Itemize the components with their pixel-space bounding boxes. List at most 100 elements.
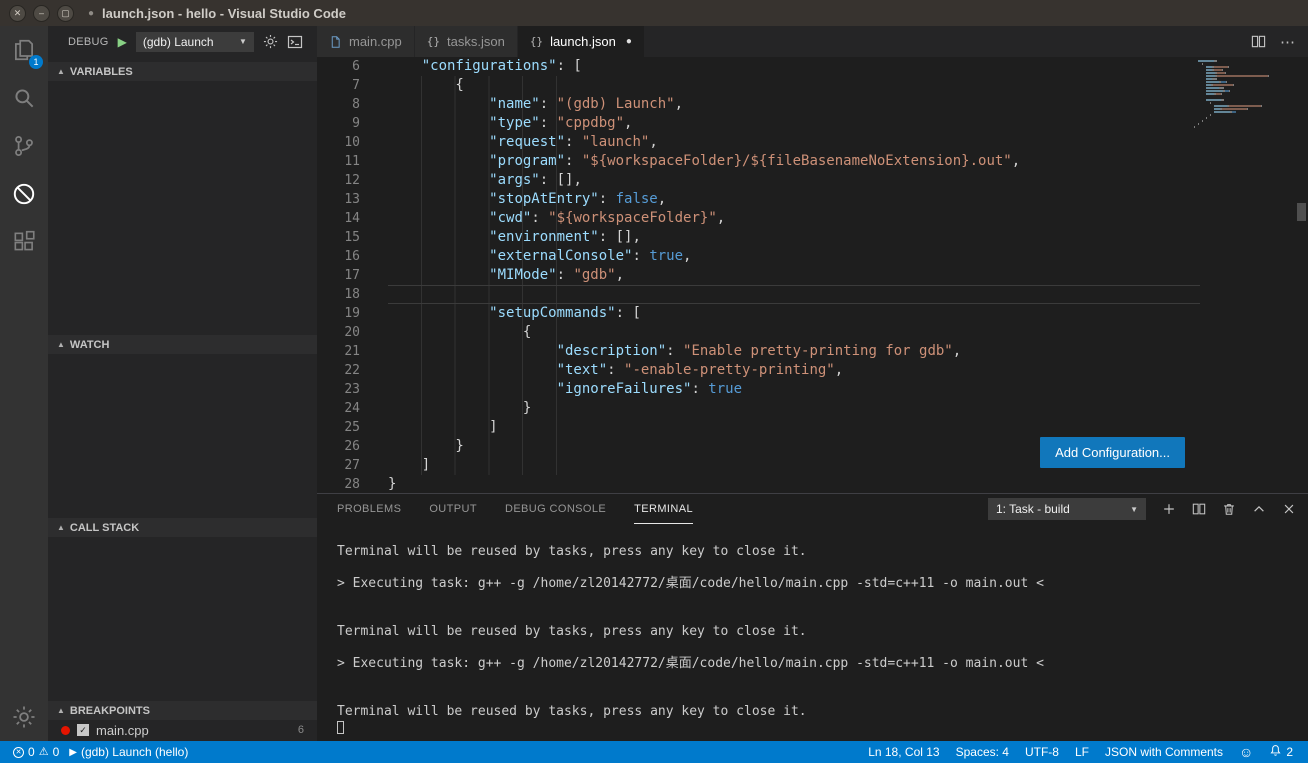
code-editor[interactable]: 6 "configurations": [7 {8 "name": "(gdb)… — [317, 57, 1308, 493]
launch-config-value: (gdb) Launch — [143, 35, 214, 49]
kill-terminal-trash-icon[interactable] — [1222, 502, 1236, 516]
maximize-panel-chevron-icon[interactable] — [1252, 502, 1266, 516]
minimap-line — [1194, 84, 1294, 86]
indentation-status[interactable]: Spaces: 4 — [951, 741, 1014, 763]
debug-view-title: DEBUG — [68, 36, 109, 48]
minimap-line — [1194, 114, 1294, 116]
activity-search[interactable] — [0, 74, 48, 122]
window-title: launch.json - hello - Visual Studio Code — [102, 6, 346, 21]
editor-scrollbar[interactable] — [1295, 57, 1308, 493]
minimap-line — [1194, 75, 1294, 77]
line-number: 21 — [317, 342, 388, 361]
section-label: VARIABLES — [70, 66, 133, 78]
code-line-20: 20 { — [317, 323, 1308, 342]
new-terminal-icon[interactable] — [1162, 502, 1176, 516]
section-variables[interactable]: ▲ VARIABLES — [48, 62, 317, 81]
line-content: "description": "Enable pretty-printing f… — [388, 342, 1308, 361]
line-number: 11 — [317, 152, 388, 171]
code-line-7: 7 { — [317, 76, 1308, 95]
minimap[interactable] — [1194, 60, 1294, 129]
start-debug-button[interactable]: ▶ — [118, 36, 127, 48]
encoding-status[interactable]: UTF-8 — [1020, 741, 1064, 763]
problems-status[interactable]: ✕ 0 ⚠ 0 — [8, 741, 64, 763]
close-window-button[interactable]: ✕ — [9, 5, 26, 22]
activity-settings[interactable] — [0, 693, 48, 741]
line-content: "type": "cppdbg", — [388, 114, 1308, 133]
panel-tab-output[interactable]: OUTPUT — [429, 494, 477, 524]
add-configuration-button[interactable]: Add Configuration... — [1040, 437, 1185, 468]
breakpoint-line: 6 — [298, 724, 304, 736]
close-panel-icon[interactable] — [1282, 502, 1296, 516]
tab-main.cpp[interactable]: main.cpp — [317, 26, 415, 57]
line-content: { — [388, 323, 1308, 342]
section-watch[interactable]: ▲ WATCH — [48, 335, 317, 354]
panel-tab-debug-console[interactable]: DEBUG CONSOLE — [505, 494, 606, 524]
section-label: WATCH — [70, 339, 110, 351]
tab-launch.json[interactable]: {}launch.json● — [518, 26, 645, 57]
terminal-line: Terminal will be reused by tasks, press … — [337, 544, 1308, 560]
code-line-10: 10 "request": "launch", — [317, 133, 1308, 152]
line-number: 20 — [317, 323, 388, 342]
panel-controls: 1: Task - build ▼ — [988, 498, 1296, 520]
notifications[interactable]: 2 — [1264, 741, 1298, 763]
breakpoint-checkbox[interactable]: ✓ — [77, 724, 89, 736]
language-mode[interactable]: JSON with Comments — [1100, 741, 1228, 763]
minimap-line — [1194, 66, 1294, 68]
line-content: "MIMode": "gdb", — [388, 266, 1308, 285]
extensions-icon — [11, 229, 37, 255]
tab-tasks.json[interactable]: {}tasks.json — [415, 26, 518, 57]
code-line-19: 19 "setupCommands": [ — [317, 304, 1308, 323]
panel-tab-problems[interactable]: PROBLEMS — [337, 494, 401, 524]
minimap-line — [1194, 126, 1294, 128]
minimize-window-button[interactable]: – — [33, 5, 50, 22]
minimap-line — [1194, 81, 1294, 83]
more-actions-icon[interactable]: ⋯ — [1280, 33, 1296, 51]
breakpoint-item[interactable]: ✓ main.cpp 6 — [48, 719, 317, 741]
title-modified-dot: ● — [88, 8, 94, 19]
line-number: 15 — [317, 228, 388, 247]
section-breakpoints[interactable]: ▲ BREAKPOINTS — [48, 701, 317, 720]
panel-tab-terminal[interactable]: TERMINAL — [634, 494, 693, 524]
title-bar: ✕ – ▢ ● launch.json - hello - Visual Stu… — [0, 0, 1308, 26]
tab-modified-dot[interactable]: ● — [626, 36, 632, 47]
minimap-line — [1194, 60, 1294, 62]
cursor-position[interactable]: Ln 18, Col 13 — [863, 741, 944, 763]
split-terminal-icon[interactable] — [1192, 502, 1206, 516]
editor-region: main.cpp{}tasks.json{}launch.json● ⋯ 6 "… — [317, 26, 1308, 741]
configure-gear-icon[interactable] — [263, 34, 278, 49]
eol-status[interactable]: LF — [1070, 741, 1094, 763]
debug-status[interactable]: ▶ (gdb) Launch (hello) — [64, 741, 193, 763]
line-number: 27 — [317, 456, 388, 475]
bottom-panel: PROBLEMS OUTPUT DEBUG CONSOLE TERMINAL 1: T… — [317, 493, 1308, 741]
code-line-16: 16 "externalConsole": true, — [317, 247, 1308, 266]
split-editor-icon[interactable] — [1251, 34, 1266, 49]
terminal-output[interactable]: Terminal will be reused by tasks, press … — [317, 524, 1308, 741]
activity-debug[interactable] — [0, 170, 48, 218]
activity-explorer[interactable]: 1 — [0, 26, 48, 74]
open-debug-console-icon[interactable] — [287, 34, 303, 50]
code-line-14: 14 "cwd": "${workspaceFolder}", — [317, 209, 1308, 228]
terminal-line — [337, 672, 1308, 688]
activity-bar: 1 — [0, 26, 48, 741]
feedback-smiley[interactable]: ☺ — [1234, 741, 1258, 763]
section-call-stack[interactable]: ▲ CALL STACK — [48, 518, 317, 537]
code-line-28: 28} — [317, 475, 1308, 493]
launch-config-dropdown[interactable]: (gdb) Launch ▼ — [136, 32, 254, 52]
line-number: 18 — [317, 285, 388, 304]
panel-header: PROBLEMS OUTPUT DEBUG CONSOLE TERMINAL 1: T… — [317, 494, 1308, 524]
code-line-8: 8 "name": "(gdb) Launch", — [317, 95, 1308, 114]
code-line-12: 12 "args": [], — [317, 171, 1308, 190]
minimap-line — [1194, 96, 1294, 98]
line-content: { — [388, 76, 1308, 95]
activity-source-control[interactable] — [0, 122, 48, 170]
scrollbar-handle[interactable] — [1297, 203, 1306, 221]
activity-extensions[interactable] — [0, 218, 48, 266]
debug-status-label: (gdb) Launch (hello) — [81, 745, 188, 759]
terminal-line: > Executing task: g++ -g /home/zl2014277… — [337, 656, 1308, 672]
terminal-line — [337, 592, 1308, 608]
line-number: 6 — [317, 57, 388, 76]
code-line-13: 13 "stopAtEntry": false, — [317, 190, 1308, 209]
terminal-select-dropdown[interactable]: 1: Task - build ▼ — [988, 498, 1146, 520]
maximize-window-button[interactable]: ▢ — [57, 5, 74, 22]
terminal-line — [337, 640, 1308, 656]
